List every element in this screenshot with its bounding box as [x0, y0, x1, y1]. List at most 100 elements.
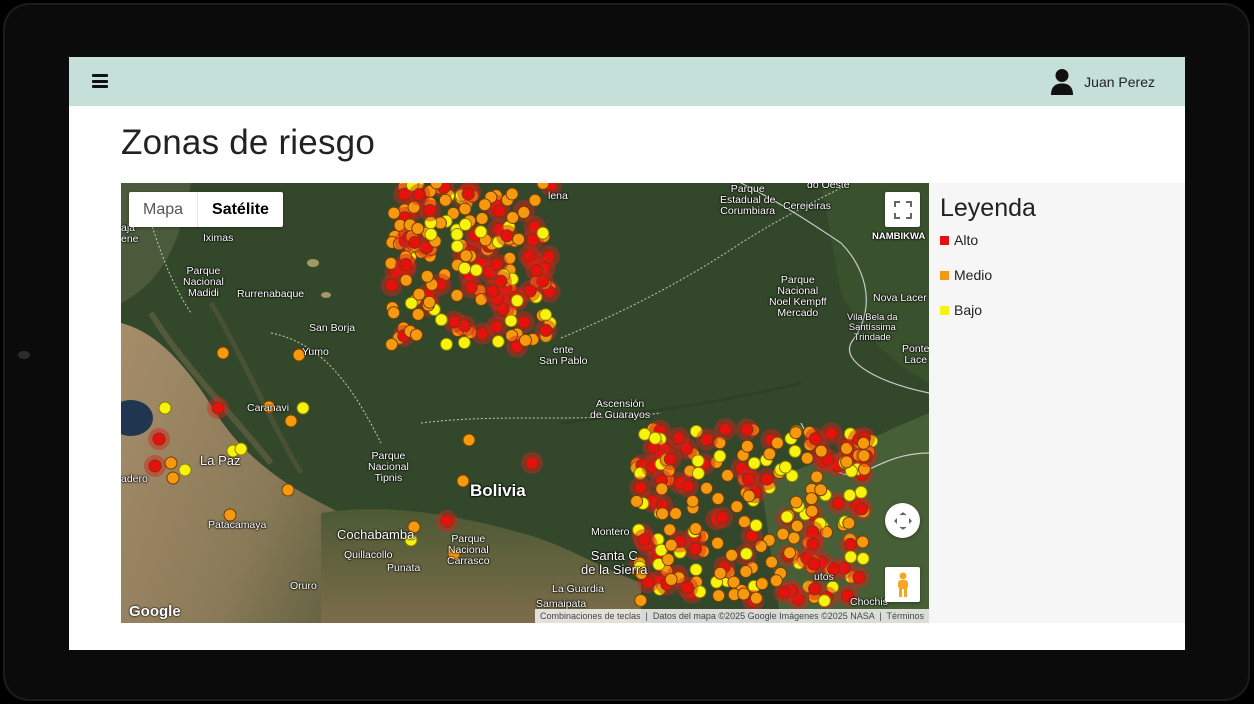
risk-marker-alto[interactable]	[412, 188, 426, 202]
risk-marker-medio[interactable]	[789, 495, 803, 509]
risk-marker-alto[interactable]	[663, 452, 677, 466]
risk-marker-medio[interactable]	[742, 489, 756, 503]
risk-marker-medio[interactable]	[814, 444, 828, 458]
risk-marker-medio[interactable]	[725, 548, 739, 562]
risk-marker-medio[interactable]	[805, 504, 819, 518]
risk-marker-medio[interactable]	[763, 447, 777, 461]
risk-marker-medio[interactable]	[713, 566, 727, 580]
risk-marker-alto[interactable]	[500, 229, 514, 243]
risk-marker-medio[interactable]	[856, 535, 870, 549]
risk-marker-alto[interactable]	[152, 432, 166, 446]
risk-marker-alto[interactable]	[525, 456, 539, 470]
risk-marker-bajo[interactable]	[469, 263, 483, 277]
risk-marker-alto[interactable]	[475, 327, 489, 341]
risk-marker-medio[interactable]	[385, 337, 399, 351]
map-type-mapa-button[interactable]: Mapa	[129, 192, 199, 227]
risk-marker-medio[interactable]	[462, 433, 476, 447]
risk-marker-alto[interactable]	[211, 401, 225, 415]
risk-marker-medio[interactable]	[700, 481, 714, 495]
risk-marker-alto[interactable]	[688, 542, 702, 556]
risk-marker-medio[interactable]	[506, 210, 520, 224]
risk-marker-medio[interactable]	[765, 555, 779, 569]
street-view-pegman[interactable]	[885, 567, 920, 602]
risk-marker-bajo[interactable]	[856, 552, 870, 566]
risk-marker-alto[interactable]	[808, 582, 822, 596]
risk-marker-alto[interactable]	[530, 264, 544, 278]
risk-marker-medio[interactable]	[412, 287, 426, 301]
risk-marker-alto[interactable]	[385, 278, 399, 292]
risk-marker-alto[interactable]	[681, 479, 695, 493]
risk-marker-medio[interactable]	[420, 269, 434, 283]
risk-marker-medio[interactable]	[216, 346, 230, 360]
risk-marker-bajo[interactable]	[780, 510, 794, 524]
risk-marker-alto[interactable]	[831, 496, 845, 510]
risk-marker-medio[interactable]	[842, 516, 856, 530]
risk-marker-medio[interactable]	[518, 333, 532, 347]
risk-marker-bajo[interactable]	[450, 239, 464, 253]
risk-marker-medio[interactable]	[164, 456, 178, 470]
risk-marker-alto[interactable]	[461, 187, 475, 201]
risk-marker-medio[interactable]	[409, 328, 423, 342]
pan-control[interactable]	[885, 503, 920, 538]
risk-marker-medio[interactable]	[387, 306, 401, 320]
risk-marker-medio[interactable]	[857, 449, 871, 463]
risk-marker-alto[interactable]	[148, 459, 162, 473]
risk-marker-medio[interactable]	[769, 574, 783, 588]
risk-marker-medio[interactable]	[711, 492, 725, 506]
risk-marker-alto[interactable]	[539, 323, 553, 337]
risk-marker-medio[interactable]	[456, 474, 470, 488]
user-menu[interactable]: Juan Perez	[1050, 67, 1155, 97]
risk-marker-bajo[interactable]	[510, 294, 524, 308]
risk-marker-bajo[interactable]	[178, 463, 192, 477]
risk-marker-bajo[interactable]	[296, 401, 310, 415]
risk-marker-medio[interactable]	[740, 439, 754, 453]
risk-map[interactable]: Parque Estadual de Corumbiara Cerejeiras…	[121, 183, 929, 623]
risk-marker-medio[interactable]	[664, 572, 678, 586]
risk-marker-medio[interactable]	[422, 295, 436, 309]
risk-marker-alto[interactable]	[517, 315, 531, 329]
risk-marker-alto[interactable]	[824, 426, 838, 440]
risk-marker-bajo[interactable]	[457, 336, 471, 350]
risk-marker-medio[interactable]	[857, 436, 871, 450]
risk-marker-alto[interactable]	[486, 284, 500, 298]
risk-marker-medio[interactable]	[790, 519, 804, 533]
risk-marker-medio[interactable]	[459, 249, 473, 263]
risk-marker-bajo[interactable]	[689, 563, 703, 577]
risk-marker-bajo[interactable]	[536, 226, 550, 240]
risk-marker-alto[interactable]	[492, 204, 506, 218]
risk-marker-medio[interactable]	[689, 522, 703, 536]
risk-marker-alto[interactable]	[490, 257, 504, 271]
risk-marker-alto[interactable]	[680, 581, 694, 595]
risk-marker-alto[interactable]	[718, 422, 732, 436]
risk-marker-bajo[interactable]	[747, 456, 761, 470]
risk-marker-medio[interactable]	[712, 589, 726, 603]
risk-marker-alto[interactable]	[440, 514, 454, 528]
risk-marker-medio[interactable]	[399, 273, 413, 287]
risk-marker-medio[interactable]	[656, 507, 670, 521]
risk-marker-medio[interactable]	[281, 483, 295, 497]
risk-marker-bajo[interactable]	[458, 217, 472, 231]
risk-marker-bajo[interactable]	[817, 594, 831, 608]
keyboard-shortcuts-link[interactable]: Combinaciones de teclas	[540, 611, 641, 621]
risk-marker-medio[interactable]	[770, 436, 784, 450]
risk-marker-medio[interactable]	[411, 307, 425, 321]
risk-marker-medio[interactable]	[810, 470, 824, 484]
risk-marker-medio[interactable]	[800, 451, 814, 465]
risk-marker-medio[interactable]	[739, 564, 753, 578]
risk-marker-alto[interactable]	[672, 431, 686, 445]
risk-marker-bajo[interactable]	[843, 488, 857, 502]
risk-marker-medio[interactable]	[528, 193, 542, 207]
risk-marker-bajo[interactable]	[691, 454, 705, 468]
risk-marker-alto[interactable]	[423, 203, 437, 217]
risk-marker-alto[interactable]	[760, 472, 774, 486]
risk-marker-bajo[interactable]	[504, 314, 518, 328]
risk-marker-bajo[interactable]	[749, 518, 763, 532]
risk-marker-medio[interactable]	[438, 193, 452, 207]
risk-marker-medio[interactable]	[166, 471, 180, 485]
risk-marker-alto[interactable]	[855, 502, 869, 516]
risk-marker-bajo[interactable]	[474, 225, 488, 239]
risk-marker-alto[interactable]	[399, 258, 413, 272]
risk-marker-bajo[interactable]	[713, 449, 727, 463]
risk-marker-medio[interactable]	[755, 577, 769, 591]
risk-marker-medio[interactable]	[805, 492, 819, 506]
